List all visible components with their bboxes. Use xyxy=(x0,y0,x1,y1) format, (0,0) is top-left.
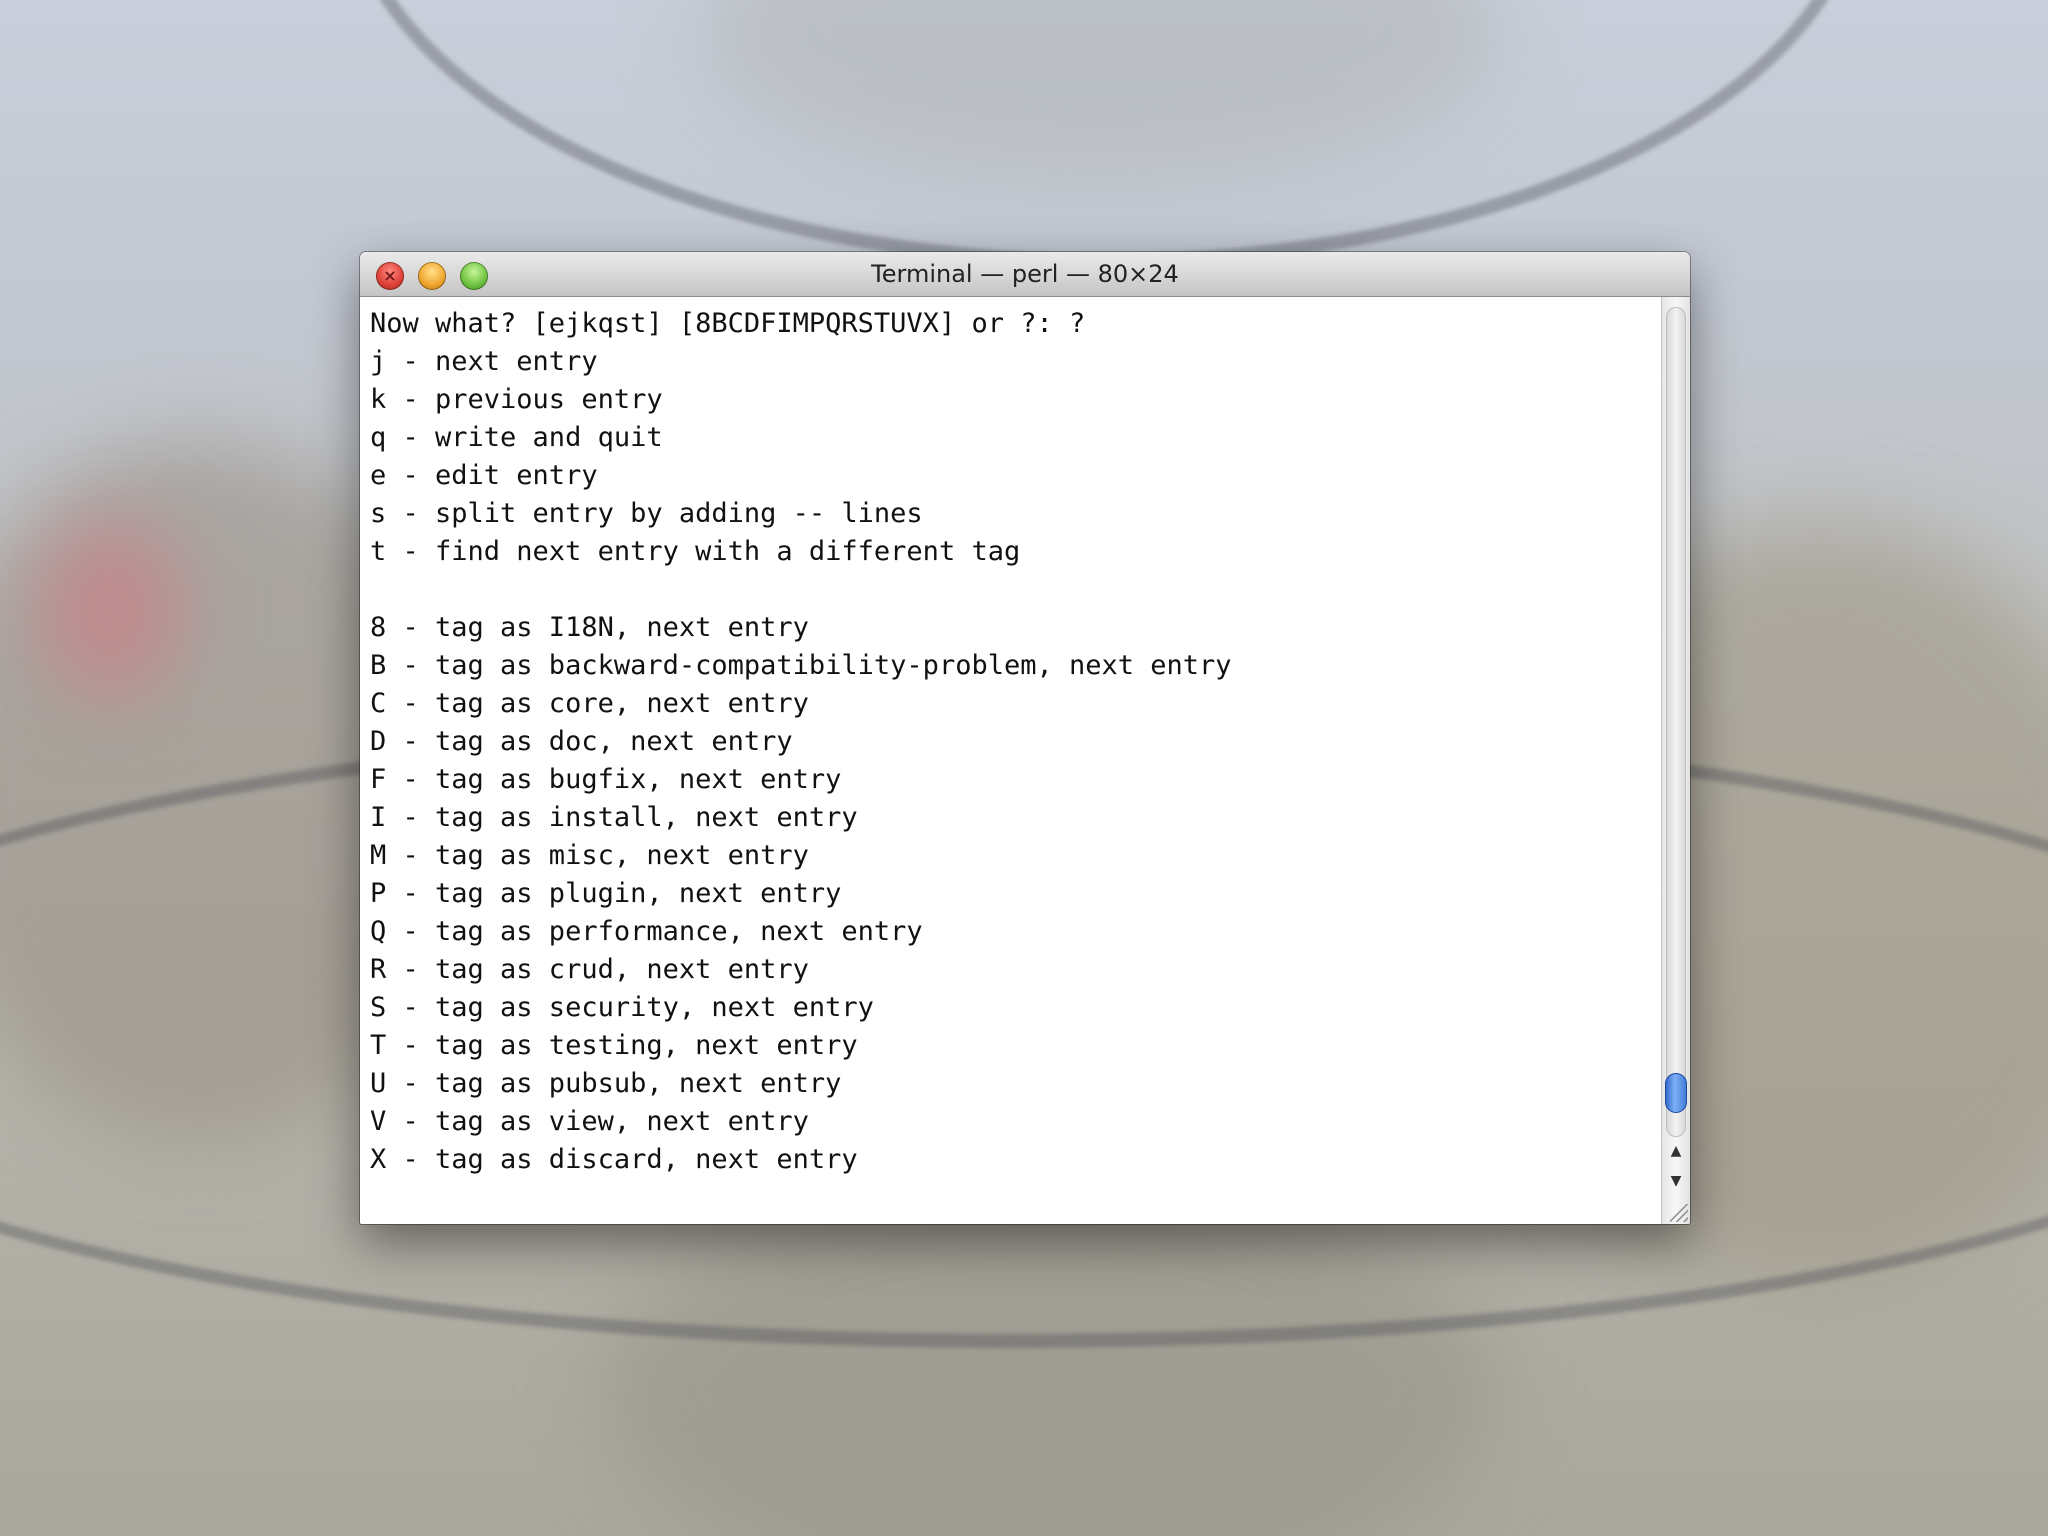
terminal-line: R - tag as crud, next entry xyxy=(370,954,809,985)
terminal-line: k - previous entry xyxy=(370,384,663,415)
terminal-line: B - tag as backward-compatibility-proble… xyxy=(370,650,1232,681)
scroll-down-arrow-icon[interactable]: ▼ xyxy=(1662,1167,1690,1195)
terminal-output[interactable]: Now what? [ejkqst] [8BCDFIMPQRSTUVX] or … xyxy=(360,297,1662,1224)
scrollbar-thumb[interactable] xyxy=(1665,1073,1687,1114)
terminal-line: j - next entry xyxy=(370,346,598,377)
terminal-line: q - write and quit xyxy=(370,422,663,453)
terminal-line: S - tag as security, next entry xyxy=(370,992,874,1023)
terminal-line: 8 - tag as I18N, next entry xyxy=(370,612,809,643)
title-bar[interactable]: × – + Terminal — perl — 80×24 xyxy=(360,252,1690,297)
terminal-lines: Now what? [ejkqst] [8BCDFIMPQRSTUVX] or … xyxy=(370,305,1232,1179)
terminal-line: I - tag as install, next entry xyxy=(370,802,858,833)
terminal-line: T - tag as testing, next entry xyxy=(370,1030,858,1061)
terminal-line: U - tag as pubsub, next entry xyxy=(370,1068,842,1099)
terminal-line: M - tag as misc, next entry xyxy=(370,840,809,871)
vertical-scrollbar[interactable]: ▲ ▼ xyxy=(1661,297,1690,1224)
scroll-up-arrow-icon[interactable]: ▲ xyxy=(1662,1137,1690,1165)
terminal-line: t - find next entry with a different tag xyxy=(370,536,1021,567)
terminal-line: F - tag as bugfix, next entry xyxy=(370,764,842,795)
terminal-line: V - tag as view, next entry xyxy=(370,1106,809,1137)
terminal-line: e - edit entry xyxy=(370,460,598,491)
terminal-line: Now what? [ejkqst] [8BCDFIMPQRSTUVX] or … xyxy=(370,308,1086,339)
terminal-line: Q - tag as performance, next entry xyxy=(370,916,923,947)
terminal-window: × – + Terminal — perl — 80×24 Now what? … xyxy=(360,252,1690,1224)
terminal-line: C - tag as core, next entry xyxy=(370,688,809,719)
terminal-line: s - split entry by adding -- lines xyxy=(370,498,923,529)
scrollbar-track[interactable] xyxy=(1666,307,1686,1137)
wallpaper-shape xyxy=(40,520,180,700)
resize-grip-icon[interactable] xyxy=(1670,1204,1688,1222)
window-title: Terminal — perl — 80×24 xyxy=(871,260,1179,288)
wallpaper-chain xyxy=(340,0,1868,268)
terminal-line: P - tag as plugin, next entry xyxy=(370,878,842,909)
terminal-line: X - tag as discard, next entry xyxy=(370,1144,858,1175)
terminal-line: D - tag as doc, next entry xyxy=(370,726,793,757)
